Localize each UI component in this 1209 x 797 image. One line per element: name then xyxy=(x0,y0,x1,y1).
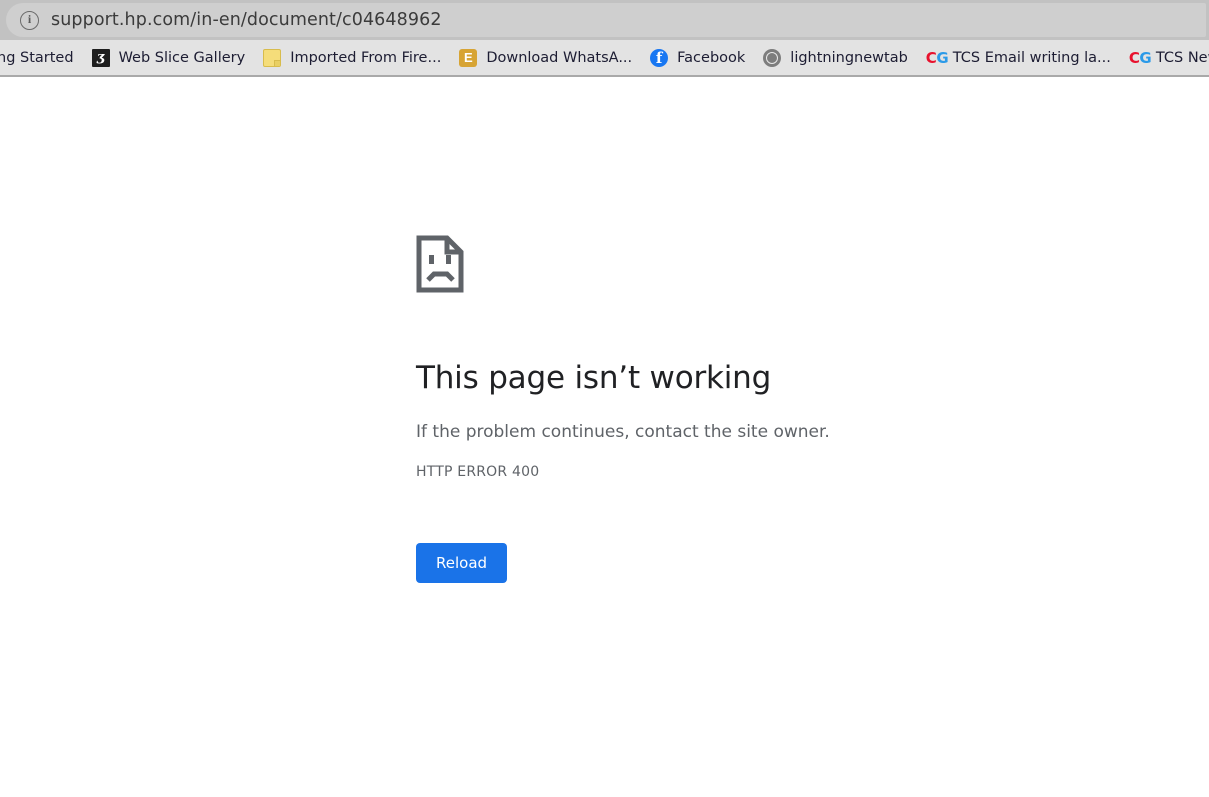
bookmark-label: Web Slice Gallery xyxy=(118,49,246,66)
bookmark-tcs-new-version[interactable]: CG TCS New Ve xyxy=(1120,45,1209,71)
bookmark-getting-started[interactable]: ng Started xyxy=(0,45,83,71)
bookmark-tcs-email-writing[interactable]: CG TCS Email writing la... xyxy=(917,45,1120,71)
error-subtitle: If the problem continues, contact the si… xyxy=(416,422,830,442)
bookmark-label: ng Started xyxy=(0,49,74,66)
bookmark-label: Facebook xyxy=(677,49,746,66)
cg-icon: CG xyxy=(925,48,949,67)
bookmark-label: Download WhatsA... xyxy=(486,49,633,66)
globe-icon xyxy=(763,48,782,67)
reload-button[interactable]: Reload xyxy=(416,543,508,583)
bookmark-lightningnewtab[interactable]: lightningnewtab xyxy=(754,45,917,71)
address-bar-url: support.hp.com/in-en/document/c04648962 xyxy=(51,10,442,30)
error-code: HTTP ERROR 400 xyxy=(416,464,540,480)
omnibox-row: i support.hp.com/in-en/document/c0464896… xyxy=(0,0,1209,40)
browser-chrome: i support.hp.com/in-en/document/c0464896… xyxy=(0,0,1209,77)
bookmark-label: lightningnewtab xyxy=(790,49,908,66)
evernote-e-icon: E xyxy=(459,48,478,67)
bookmark-web-slice-gallery[interactable]: ʒ Web Slice Gallery xyxy=(83,45,255,71)
info-circle-icon[interactable]: i xyxy=(20,10,39,30)
bookmarks-bar: ng Started ʒ Web Slice Gallery Imported … xyxy=(0,40,1209,77)
sad-document-icon xyxy=(416,235,464,293)
bookmark-label: TCS New Ve xyxy=(1155,49,1209,66)
bookmark-download-whatsapp[interactable]: E Download WhatsA... xyxy=(450,45,641,71)
bookmark-facebook[interactable]: f Facebook xyxy=(641,45,754,71)
folder-icon xyxy=(263,48,282,67)
page-content: This page isn’t working If the problem c… xyxy=(0,77,1209,794)
facebook-icon: f xyxy=(650,48,669,67)
bookmark-label: TCS Email writing la... xyxy=(952,49,1111,66)
bookmark-imported-from-firefox[interactable]: Imported From Fire... xyxy=(254,45,450,71)
web-slice-gallery-icon: ʒ xyxy=(91,48,110,67)
page-title: This page isn’t working xyxy=(416,360,772,396)
address-bar[interactable]: i support.hp.com/in-en/document/c0464896… xyxy=(6,3,1206,37)
cg-icon: CG xyxy=(1128,48,1152,67)
error-container: This page isn’t working If the problem c… xyxy=(416,235,1016,583)
bookmark-label: Imported From Fire... xyxy=(290,49,442,66)
